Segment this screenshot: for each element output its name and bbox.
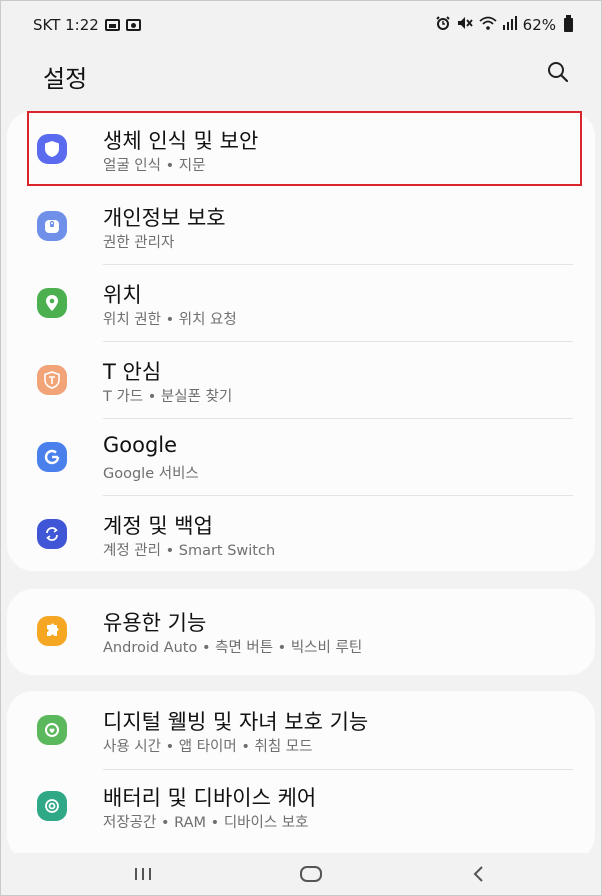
- settings-group-wellbeing: 디지털 웰빙 및 자녀 보호 기능 사용 시간 • 앱 타이머 • 취침 모드 …: [7, 691, 595, 861]
- recents-icon: [135, 868, 151, 880]
- menu-item-battery-device-care[interactable]: 배터리 및 디바이스 케어 저장공간 • RAM • 디바이스 보호: [7, 770, 595, 850]
- menu-item-digital-wellbeing[interactable]: 디지털 웰빙 및 자녀 보호 기능 사용 시간 • 앱 타이머 • 취침 모드: [7, 691, 595, 770]
- status-right: 62%: [435, 15, 573, 34]
- search-button[interactable]: [543, 57, 573, 87]
- shield-icon: [37, 134, 67, 164]
- app-header: 설정: [1, 49, 601, 111]
- menu-item-location[interactable]: 위치 위치 권한 • 위치 요청: [7, 265, 595, 342]
- location-pin-icon: [37, 288, 67, 318]
- status-bar: SKT 1:22 62%: [1, 1, 601, 49]
- menu-item-google[interactable]: Google Google 서비스: [7, 419, 595, 496]
- battery-icon: [564, 15, 573, 32]
- puzzle-icon: [37, 616, 67, 646]
- wellbeing-icon: [37, 715, 67, 745]
- menu-item-t-safe[interactable]: T 안심 T 가드 • 분실폰 찾기: [7, 342, 595, 419]
- menu-item-biometrics-security[interactable]: 생체 인식 및 보안 얼굴 인식 • 지문: [7, 111, 595, 188]
- menu-item-subtitle: 사용 시간 • 앱 타이머 • 취침 모드: [103, 739, 313, 755]
- screen-record-notification-icon: [125, 19, 141, 31]
- google-icon: [37, 442, 67, 472]
- search-icon: [548, 62, 569, 83]
- menu-item-subtitle: Google 서비스: [103, 466, 199, 482]
- menu-item-title: 개인정보 보호: [103, 206, 226, 230]
- menu-item-subtitle: 얼굴 인식 • 지문: [103, 158, 206, 174]
- wifi-icon: [479, 16, 497, 34]
- gallery-notification-icon: [104, 19, 120, 31]
- sync-icon: [37, 519, 67, 549]
- menu-item-subtitle: 계정 관리 • Smart Switch: [103, 543, 276, 559]
- device-care-icon: [37, 791, 67, 821]
- menu-item-title: 디지털 웰빙 및 자녀 보호 기능: [103, 710, 369, 734]
- mute-icon: [457, 16, 473, 34]
- menu-item-title: 배터리 및 디바이스 케어: [103, 786, 317, 810]
- home-button[interactable]: [291, 859, 331, 889]
- menu-item-subtitle: T 가드 • 분실폰 찾기: [103, 389, 233, 405]
- navigation-bar: [1, 853, 601, 895]
- battery-percent: 62%: [522, 16, 556, 34]
- carrier-time: SKT 1:22: [33, 16, 99, 34]
- menu-item-subtitle: 권한 관리자: [103, 235, 175, 251]
- menu-item-title: 생체 인식 및 보안: [103, 129, 259, 153]
- menu-item-title: 위치: [103, 283, 142, 307]
- menu-item-subtitle: Android Auto • 측면 버튼 • 빅스비 루틴: [103, 640, 363, 656]
- t-safe-icon: [37, 365, 67, 395]
- menu-item-title: T 안심: [103, 360, 162, 384]
- menu-item-subtitle: 위치 권한 • 위치 요청: [103, 312, 237, 328]
- menu-item-subtitle: 저장공간 • RAM • 디바이스 보호: [103, 815, 309, 831]
- signal-icon: [502, 16, 517, 34]
- status-left: SKT 1:22: [33, 16, 141, 34]
- privacy-icon: [37, 211, 67, 241]
- recents-button[interactable]: [123, 859, 163, 889]
- back-icon: [473, 866, 483, 882]
- menu-item-advanced-features[interactable]: 유용한 기능 Android Auto • 측면 버튼 • 빅스비 루틴: [7, 589, 595, 675]
- screen: SKT 1:22 62% 설정 생체 인식 및 보안 얼굴 인식 • 지문 개인…: [0, 0, 602, 896]
- alarm-icon: [435, 16, 451, 34]
- home-icon: [300, 866, 322, 882]
- settings-group-security: 생체 인식 및 보안 얼굴 인식 • 지문 개인정보 보호 권한 관리자 위치 …: [7, 111, 595, 571]
- menu-item-title: 계정 및 백업: [103, 514, 213, 538]
- menu-item-accounts-backup[interactable]: 계정 및 백업 계정 관리 • Smart Switch: [7, 496, 595, 571]
- back-button[interactable]: [459, 859, 499, 889]
- page-title: 설정: [43, 65, 88, 93]
- menu-item-title: Google: [103, 433, 178, 457]
- settings-group-features: 유용한 기능 Android Auto • 측면 버튼 • 빅스비 루틴: [7, 589, 595, 675]
- menu-item-privacy[interactable]: 개인정보 보호 권한 관리자: [7, 188, 595, 265]
- menu-item-title: 유용한 기능: [103, 611, 207, 635]
